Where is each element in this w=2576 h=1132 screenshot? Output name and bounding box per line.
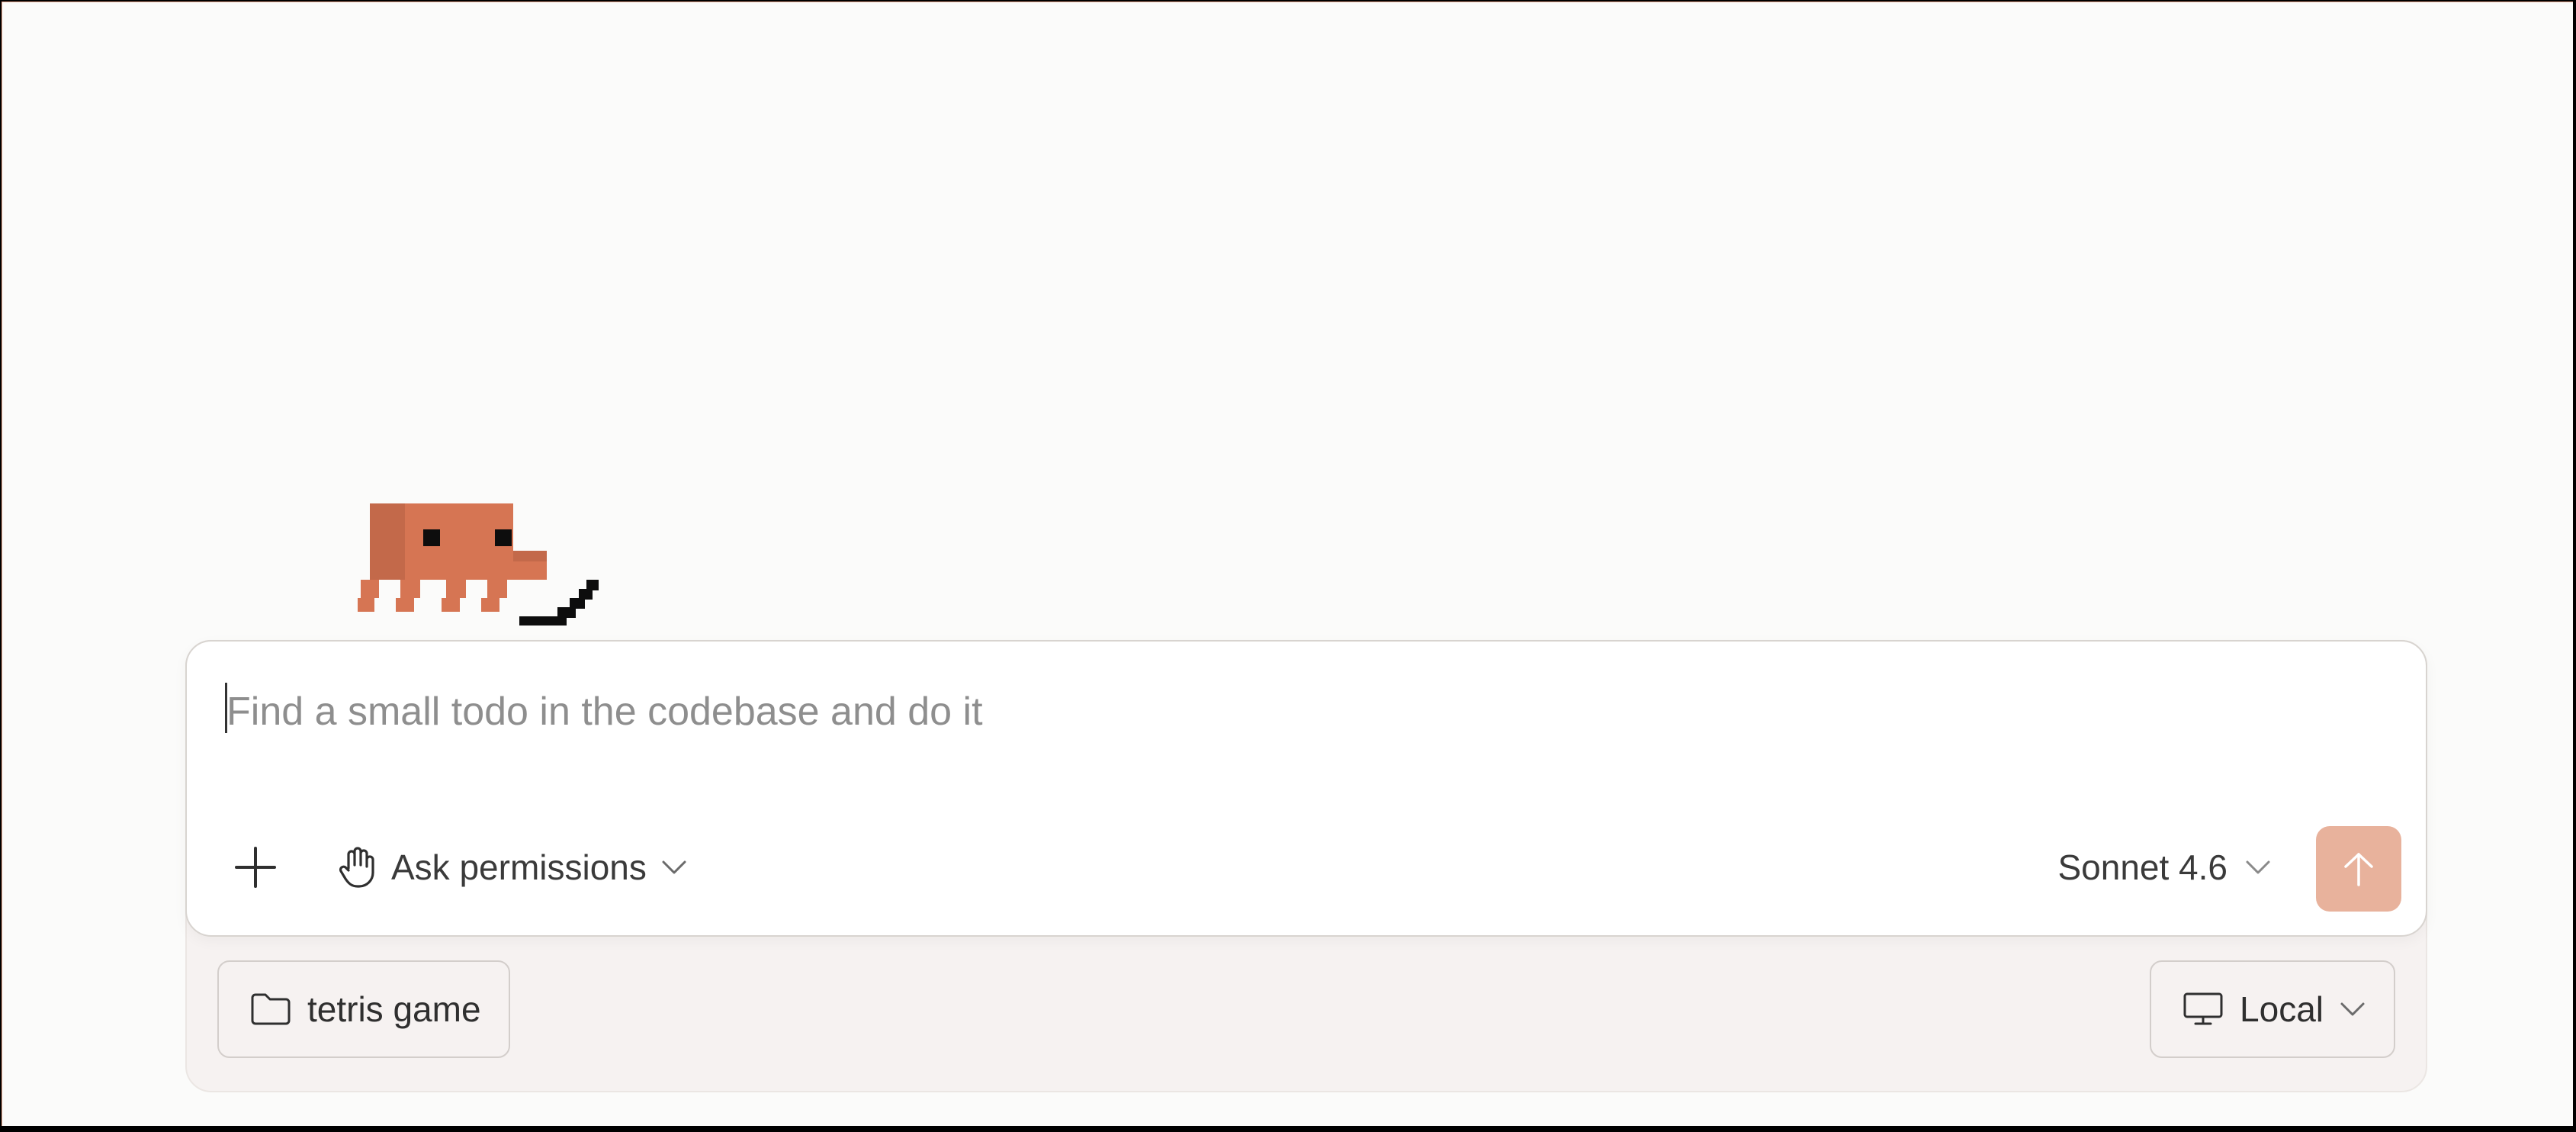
add-attachment-button[interactable] — [223, 835, 287, 899]
project-folder-label: tetris game — [307, 989, 481, 1029]
folder-icon — [249, 992, 292, 1027]
monitor-icon — [2182, 991, 2224, 1027]
composer-box: Ask permissions Sonnet 4.6 — [185, 640, 2427, 937]
app-window: Ask permissions Sonnet 4.6 — [2, 2, 2573, 1126]
chevron-down-icon — [660, 859, 688, 876]
composer-tray: Ask permissions Sonnet 4.6 — [185, 640, 2427, 1092]
environment-label: Local — [2240, 989, 2324, 1029]
hand-icon — [338, 845, 377, 889]
send-button[interactable] — [2316, 826, 2401, 912]
composer-toolbar: Ask permissions Sonnet 4.6 — [187, 826, 2426, 915]
text-caret — [225, 683, 227, 733]
model-label: Sonnet 4.6 — [2057, 847, 2228, 887]
permission-mode-label: Ask permissions — [391, 847, 647, 887]
project-folder-button[interactable]: tetris game — [217, 960, 510, 1058]
plus-icon — [233, 845, 278, 889]
model-selector-dropdown[interactable]: Sonnet 4.6 — [2048, 835, 2281, 899]
chevron-down-icon — [2244, 859, 2272, 876]
arrow-up-icon — [2341, 850, 2376, 888]
environment-dropdown[interactable]: Local — [2150, 960, 2395, 1058]
pixel-crab-mascot — [358, 503, 617, 633]
chevron-down-icon — [2339, 1001, 2366, 1018]
prompt-input[interactable] — [225, 681, 2377, 742]
permission-mode-dropdown[interactable]: Ask permissions — [329, 835, 697, 899]
context-row: tetris game Local — [187, 960, 2426, 1067]
